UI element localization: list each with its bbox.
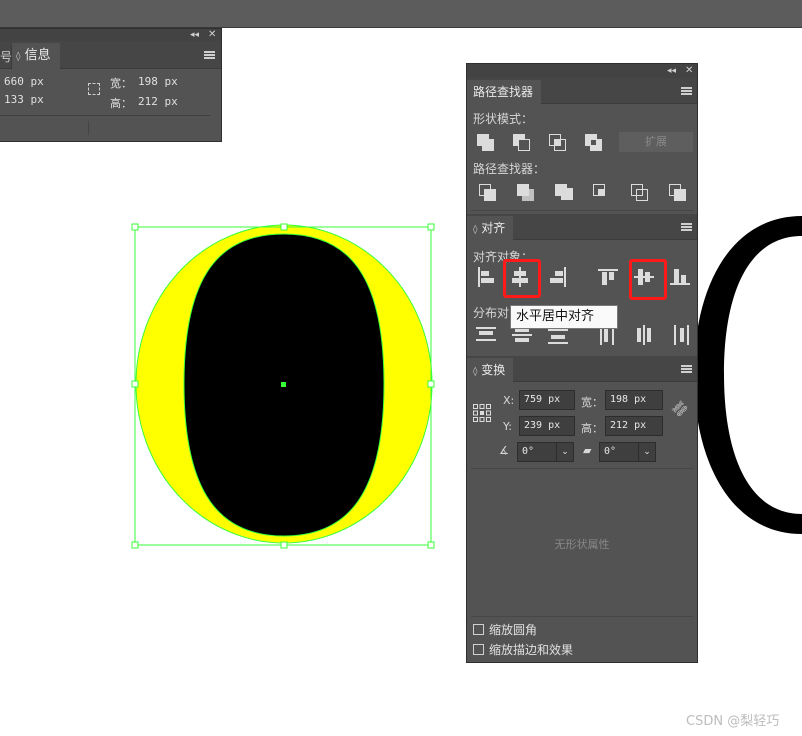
x-label: X: bbox=[503, 394, 515, 407]
pathfinder-separator bbox=[471, 210, 693, 211]
handle-top-right bbox=[427, 223, 435, 231]
info-width-value: 198 px bbox=[138, 75, 178, 88]
distribute-right-icon[interactable] bbox=[669, 324, 691, 346]
rotate-angle-icon: ∡ bbox=[499, 444, 509, 457]
shear-icon: ▰ bbox=[583, 444, 592, 457]
info-height-value: 212 px bbox=[138, 95, 178, 108]
info-width-label: 宽： bbox=[110, 77, 132, 90]
info-height-label: 高： bbox=[110, 97, 132, 110]
watermark: CSDN @梨轻巧 bbox=[686, 714, 780, 729]
handle-bottom-center bbox=[280, 541, 288, 549]
trim-icon[interactable] bbox=[515, 182, 537, 204]
minus-front-icon[interactable] bbox=[511, 132, 533, 154]
no-shape-properties-text: 无形状属性 bbox=[554, 538, 610, 551]
info-divider bbox=[0, 115, 210, 116]
panel-dock-header: ◂◂ ✕ bbox=[467, 64, 697, 78]
rotate-input[interactable]: 0° bbox=[517, 442, 557, 462]
tab-transform[interactable]: ◊ 变换 bbox=[467, 358, 514, 382]
height-input[interactable]: 212 px bbox=[605, 416, 663, 436]
align-menu-icon[interactable] bbox=[681, 223, 692, 231]
rotate-dropdown-chevron-icon[interactable]: ⌄ bbox=[556, 442, 574, 462]
intersect-icon[interactable] bbox=[547, 132, 569, 154]
handle-bottom-right bbox=[427, 541, 435, 549]
align-bottom-icon[interactable] bbox=[669, 266, 691, 288]
tab-arrows-icon: ◊ bbox=[473, 225, 478, 235]
crop-icon[interactable] bbox=[591, 182, 613, 204]
tab-info-label: 信息 bbox=[24, 48, 51, 63]
handle-middle-right bbox=[427, 380, 435, 388]
handle-middle-left bbox=[131, 380, 139, 388]
highlight-vertical-center bbox=[629, 259, 667, 300]
transform-menu-icon[interactable] bbox=[681, 365, 692, 373]
shape-modes-label: 形状模式： bbox=[473, 112, 534, 126]
scale-strokes-checkbox[interactable] bbox=[473, 644, 484, 655]
tab-previous[interactable]: 号 bbox=[0, 45, 12, 69]
transform-separator bbox=[471, 468, 693, 469]
reference-point-icon[interactable] bbox=[473, 404, 491, 422]
handle-top-center bbox=[280, 223, 288, 231]
align-top-icon[interactable] bbox=[597, 266, 619, 288]
handle-bottom-left bbox=[131, 541, 139, 549]
center-point bbox=[281, 382, 286, 387]
distribute-objects-label: 分布对 bbox=[473, 306, 510, 320]
scale-corners-checkbox[interactable] bbox=[473, 624, 484, 635]
minus-back-icon[interactable] bbox=[667, 182, 689, 204]
tab-align-label: 对齐 bbox=[481, 221, 506, 235]
pathfinder-header: 路径查找器 bbox=[467, 78, 697, 104]
transform-header: ◊ 变换 bbox=[467, 356, 697, 382]
align-right-icon[interactable] bbox=[547, 266, 569, 288]
highlight-horizontal-center bbox=[503, 259, 541, 298]
collapse-icon[interactable]: ◂◂ bbox=[667, 65, 676, 77]
height-label: 高： bbox=[581, 422, 603, 435]
expand-button[interactable]: 扩展 bbox=[619, 132, 693, 152]
info-panel: ◂◂ ✕ 号 ◊ 信息 660 px 133 px 宽： 198 px 高： 2… bbox=[0, 28, 222, 142]
y-input[interactable]: 239 px bbox=[519, 416, 575, 436]
tab-arrows-icon: ◊ bbox=[473, 367, 478, 377]
bottom-separator bbox=[471, 616, 693, 617]
y-label: Y: bbox=[503, 420, 512, 433]
panel-menu-icon[interactable] bbox=[204, 51, 215, 59]
dimensions-icon bbox=[88, 83, 100, 95]
tab-transform-label: 变换 bbox=[481, 363, 506, 377]
distribute-horizontal-center-icon[interactable] bbox=[633, 324, 655, 346]
tab-pathfinder[interactable]: 路径查找器 bbox=[467, 80, 542, 104]
exclude-icon[interactable] bbox=[583, 132, 605, 154]
divide-icon[interactable] bbox=[477, 182, 499, 204]
width-label: 宽： bbox=[581, 396, 603, 409]
info-panel-header-strip: ◂◂ ✕ bbox=[0, 29, 221, 41]
tool-panels: ◂◂ ✕ 路径查找器 形状模式： 扩展 路径查找器： ◊ 对齐 对齐对象： 分布… bbox=[466, 63, 698, 663]
unite-icon[interactable] bbox=[475, 132, 497, 154]
pathfinders-label: 路径查找器： bbox=[473, 162, 546, 176]
align-header: ◊ 对齐 bbox=[467, 214, 697, 240]
info-x-value: 660 px bbox=[4, 75, 44, 88]
background-letter-o bbox=[694, 216, 802, 534]
pathfinder-menu-icon[interactable] bbox=[681, 87, 692, 95]
scale-strokes-label: 缩放描边和效果 bbox=[489, 643, 574, 657]
info-divider-vertical bbox=[88, 121, 89, 135]
x-input[interactable]: 759 px bbox=[519, 390, 575, 410]
outline-icon[interactable] bbox=[629, 182, 651, 204]
merge-icon[interactable] bbox=[553, 182, 575, 204]
tab-info[interactable]: ◊ 信息 bbox=[12, 43, 60, 69]
selected-letter-o-shape[interactable] bbox=[130, 222, 436, 552]
shear-dropdown-chevron-icon[interactable]: ⌄ bbox=[638, 442, 656, 462]
scale-corners-label: 缩放圆角 bbox=[489, 623, 538, 637]
tooltip: 水平居中对齐 bbox=[510, 305, 618, 329]
width-input[interactable]: 198 px bbox=[605, 390, 663, 410]
info-panel-tabs: 号 ◊ 信息 bbox=[0, 41, 221, 69]
collapse-icon[interactable]: ◂◂ bbox=[190, 29, 199, 41]
constrain-proportions-link-icon[interactable]: ⛓ bbox=[668, 398, 690, 420]
app-top-bar bbox=[0, 0, 802, 28]
shear-input[interactable]: 0° bbox=[599, 442, 639, 462]
align-left-icon[interactable] bbox=[475, 266, 497, 288]
tab-align[interactable]: ◊ 对齐 bbox=[467, 216, 514, 240]
distribute-top-icon[interactable] bbox=[475, 324, 497, 346]
close-icon[interactable]: ✕ bbox=[208, 29, 216, 41]
handle-top-left bbox=[131, 223, 139, 231]
close-icon[interactable]: ✕ bbox=[685, 65, 693, 77]
info-y-value: 133 px bbox=[4, 93, 44, 106]
tab-arrows-icon: ◊ bbox=[16, 52, 21, 62]
